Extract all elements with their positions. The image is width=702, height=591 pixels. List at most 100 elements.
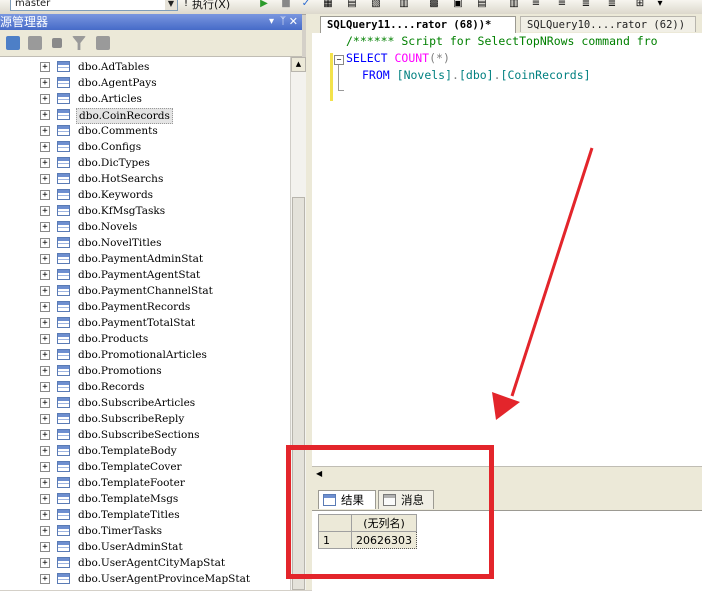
expand-icon[interactable]: + (40, 318, 50, 328)
tree-item[interactable]: + dbo.AdTables (0, 59, 290, 75)
stop-icon[interactable] (52, 38, 62, 48)
expand-icon[interactable]: + (40, 526, 50, 536)
pin-icon[interactable]: ᛉ (280, 14, 286, 30)
tree-item[interactable]: + dbo.Records (0, 379, 290, 395)
expand-icon[interactable]: + (40, 398, 50, 408)
tab-results[interactable]: 结果 (318, 490, 376, 509)
expand-icon[interactable]: + (40, 366, 50, 376)
results-text-icon[interactable]: ▥ (398, 0, 410, 10)
expand-icon[interactable]: + (40, 206, 50, 216)
tree-item[interactable]: + dbo.PaymentRecords (0, 299, 290, 315)
disconnect-icon[interactable] (28, 36, 42, 50)
object-explorer-scrollbar[interactable]: ▲ (290, 57, 307, 590)
designer-icon[interactable]: ▧ (370, 0, 382, 10)
expand-icon[interactable]: + (40, 158, 50, 168)
expand-icon[interactable]: + (40, 254, 50, 264)
connect-icon[interactable] (6, 36, 20, 50)
tree-item[interactable]: + dbo.Novels (0, 219, 290, 235)
tree-item[interactable]: + dbo.DicTypes (0, 155, 290, 171)
chevron-down-icon[interactable]: ▼ (165, 0, 177, 10)
tree-item[interactable]: + dbo.TemplateBody (0, 443, 290, 459)
tree-item[interactable]: + dbo.SubscribeSections (0, 427, 290, 443)
tab-query-10[interactable]: SQLQuery10....rator (62)) (520, 16, 696, 32)
execute-button[interactable]: 执行(X) (192, 0, 230, 11)
scroll-up-icon[interactable]: ▲ (291, 57, 306, 72)
tree-item[interactable]: + dbo.UserAgentProvinceMapStat (0, 571, 290, 587)
expand-icon[interactable]: + (40, 494, 50, 504)
scroll-left-icon[interactable]: ◀ (316, 469, 322, 478)
expand-icon[interactable]: + (40, 446, 50, 456)
expand-icon[interactable]: + (40, 190, 50, 200)
tree-item[interactable]: + dbo.UserAdminStat (0, 539, 290, 555)
expand-icon[interactable]: + (40, 382, 50, 392)
uncomment-icon[interactable]: ▥ (508, 0, 520, 10)
tree-item[interactable]: + dbo.SubscribeArticles (0, 395, 290, 411)
expand-icon[interactable]: + (40, 286, 50, 296)
specify-values-icon[interactable]: ≣ (606, 0, 618, 10)
filter-icon[interactable] (72, 36, 86, 50)
column-header[interactable]: (无列名) (351, 514, 417, 532)
results-grid-icon[interactable]: ▩ (428, 0, 440, 10)
parse-check-icon[interactable]: ✓ (300, 0, 312, 10)
indent-icon[interactable]: ≡ (530, 0, 542, 10)
expand-icon[interactable]: + (40, 62, 50, 72)
tree-item[interactable]: + dbo.PaymentTotalStat (0, 315, 290, 331)
tree-item[interactable]: + dbo.Keywords (0, 187, 290, 203)
expand-icon[interactable]: + (40, 142, 50, 152)
tree-item[interactable]: + dbo.TimerTasks (0, 523, 290, 539)
align-icon[interactable]: ≣ (580, 0, 592, 10)
execute-icon[interactable]: ! (180, 0, 192, 10)
comment-icon[interactable]: ▤ (476, 0, 488, 10)
tree-item[interactable]: + dbo.Comments (0, 123, 290, 139)
expand-icon[interactable]: + (40, 238, 50, 248)
result-cell[interactable]: 20626303 (351, 531, 417, 549)
expand-icon[interactable]: + (40, 350, 50, 360)
options-icon[interactable]: ⊞ (634, 0, 646, 10)
expand-icon[interactable]: + (40, 558, 50, 568)
tree-item[interactable]: + dbo.PromotionalArticles (0, 347, 290, 363)
results-file-icon[interactable]: ▣ (452, 0, 464, 10)
tree-item[interactable]: + dbo.Products (0, 331, 290, 347)
tree-item[interactable]: + dbo.NovelTitles (0, 235, 290, 251)
expand-icon[interactable]: + (40, 110, 50, 120)
refresh-icon[interactable] (96, 36, 110, 50)
tree-item[interactable]: + dbo.KfMsgTasks (0, 203, 290, 219)
scroll-thumb[interactable] (292, 197, 305, 590)
expand-icon[interactable]: + (40, 174, 50, 184)
expand-icon[interactable]: + (40, 510, 50, 520)
tree-item[interactable]: + dbo.TemplateCover (0, 459, 290, 475)
expand-icon[interactable]: + (40, 78, 50, 88)
tree-item[interactable]: + dbo.TemplateTitles (0, 507, 290, 523)
tree-item[interactable]: + dbo.PaymentAdminStat (0, 251, 290, 267)
tree-item[interactable]: + dbo.HotSearchs (0, 171, 290, 187)
tree-item[interactable]: + dbo.TemplateMsgs (0, 491, 290, 507)
tab-query-11[interactable]: SQLQuery11....rator (68))* (320, 16, 516, 34)
grid-corner[interactable] (318, 514, 352, 532)
tree-item[interactable]: + dbo.PaymentChannelStat (0, 283, 290, 299)
tree-item[interactable]: + dbo.CoinRecords (0, 107, 290, 124)
dropdown-icon[interactable]: ▾ (269, 14, 274, 30)
expand-icon[interactable]: + (40, 430, 50, 440)
query-editor[interactable]: − /****** Script for SelectTopNRows comm… (312, 33, 702, 466)
expand-icon[interactable]: + (40, 222, 50, 232)
expand-icon[interactable]: + (40, 542, 50, 552)
close-icon[interactable]: ✕ (289, 14, 298, 30)
toolbar-overflow-icon[interactable]: ▾ (654, 0, 666, 10)
tree-item[interactable]: + dbo.Configs (0, 139, 290, 155)
expand-icon[interactable]: + (40, 126, 50, 136)
outdent-icon[interactable]: ≡ (556, 0, 568, 10)
expand-icon[interactable]: + (40, 94, 50, 104)
expand-icon[interactable]: + (40, 478, 50, 488)
collapse-icon[interactable]: − (334, 55, 344, 65)
debug-play-icon[interactable]: ▶ (258, 0, 270, 10)
tree-item[interactable]: + dbo.TemplateFooter (0, 475, 290, 491)
tree-item[interactable]: + dbo.UserAgentCityMapStat (0, 555, 290, 571)
tree-item[interactable]: + dbo.PaymentAgentStat (0, 267, 290, 283)
tree-item[interactable]: + dbo.Articles (0, 91, 290, 107)
plan-icon[interactable]: ▤ (346, 0, 358, 10)
tree-item[interactable]: + dbo.Promotions (0, 363, 290, 379)
expand-icon[interactable]: + (40, 302, 50, 312)
expand-icon[interactable]: + (40, 574, 50, 584)
expand-icon[interactable]: + (40, 462, 50, 472)
database-select[interactable]: master ▼ (10, 0, 178, 11)
